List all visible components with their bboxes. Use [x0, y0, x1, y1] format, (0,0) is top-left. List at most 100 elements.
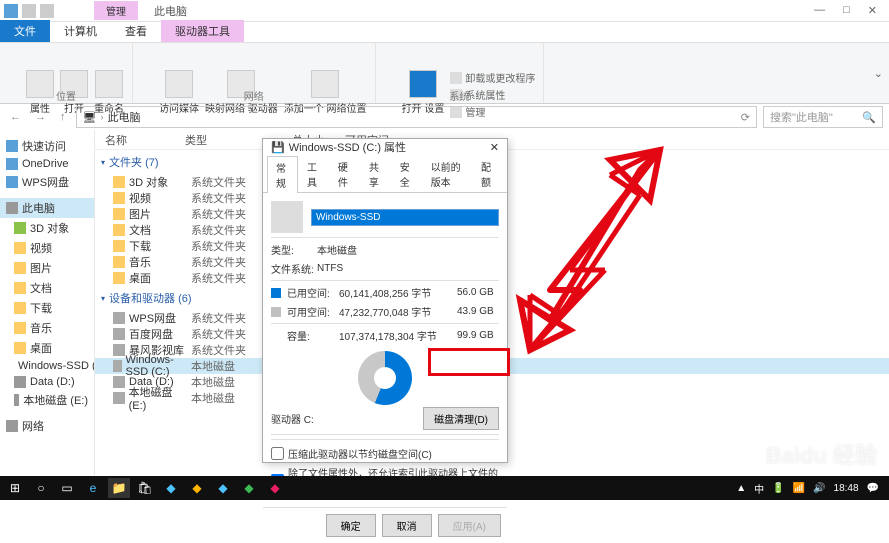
dialog-tab[interactable]: 硬件: [329, 155, 360, 192]
uninstall-link[interactable]: 卸载或更改程序: [450, 70, 535, 85]
qat-icon[interactable]: [4, 4, 18, 18]
ribbon: 属性 打开 重命名 位置 访问媒体 映射网络 驱动器 添加一个 网络位置 网络 …: [0, 42, 889, 104]
folder-icon: [14, 376, 26, 388]
taskview-button[interactable]: ▭: [56, 478, 78, 498]
nav-item-downloads[interactable]: 下载: [0, 298, 94, 318]
qat-icon[interactable]: [40, 4, 54, 18]
ribbon-group-network: 访问媒体 映射网络 驱动器 添加一个 网络位置 网络: [133, 43, 376, 103]
free-color-icon: [271, 307, 281, 317]
dialog-close-button[interactable]: ✕: [490, 141, 499, 154]
folder-icon: [6, 420, 18, 432]
tab-computer[interactable]: 计算机: [50, 20, 111, 42]
nav-item-docs[interactable]: 文档: [0, 278, 94, 298]
cap-label: 容量:: [287, 328, 335, 343]
close-button[interactable]: ✕: [868, 4, 877, 17]
fs-value: NTFS: [317, 263, 343, 274]
ok-button[interactable]: 确定: [326, 514, 376, 537]
folder-icon: [14, 302, 26, 314]
app-icon[interactable]: ◆: [212, 478, 234, 498]
taskbar: ⊞ ○ ▭ e 📁 🛍 ◆ ◆ ◆ ◆ ◆ ▲ 中 🔋 📶 🔊 18:48 💬: [0, 476, 889, 500]
app-icon[interactable]: ◆: [238, 478, 260, 498]
item-icon: [113, 328, 125, 340]
nav-item-thispc[interactable]: 此电脑: [0, 198, 94, 218]
nav-item-videos[interactable]: 视频: [0, 238, 94, 258]
nav-item-quick[interactable]: 快速访问: [0, 136, 94, 156]
edge-icon[interactable]: e: [82, 478, 104, 498]
contextual-tab: 管理: [94, 1, 138, 20]
cortana-button[interactable]: ○: [30, 478, 52, 498]
tab-file[interactable]: 文件: [0, 20, 50, 42]
volume-icon[interactable]: 🔊: [813, 483, 825, 494]
dialog-tabs: 常规工具硬件共享安全以前的版本配额: [263, 155, 507, 193]
nav-item-locale[interactable]: 本地磁盘 (E:): [0, 390, 94, 410]
wifi-icon[interactable]: 📶: [793, 483, 805, 494]
dialog-tab[interactable]: 以前的版本: [422, 155, 472, 192]
cap-gb: 99.9 GB: [457, 330, 499, 341]
app-icon[interactable]: ◆: [264, 478, 286, 498]
explorer-icon[interactable]: 📁: [108, 478, 130, 498]
used-label: 已用空间:: [287, 285, 335, 300]
nav-item-desktop[interactable]: 桌面: [0, 338, 94, 358]
notifications-icon[interactable]: 💬: [867, 483, 879, 494]
search-input[interactable]: 搜索"此电脑" 🔍: [763, 106, 883, 128]
group-label: 网络: [244, 88, 264, 103]
start-button[interactable]: ⊞: [4, 478, 26, 498]
dialog-tab[interactable]: 配额: [472, 155, 503, 192]
address-bar[interactable]: 🖥 › 此电脑 ⟳: [76, 106, 758, 128]
dialog-tab[interactable]: 安全: [391, 155, 422, 192]
free-label: 可用空间:: [287, 304, 335, 319]
system-tray[interactable]: ▲ 中 🔋 📶 🔊 18:48 💬: [736, 481, 885, 496]
tab-drive-tools[interactable]: 驱动器工具: [161, 20, 244, 42]
folder-icon: [6, 176, 18, 188]
titlebar: 管理 此电脑 — □ ✕: [0, 0, 889, 22]
ime-icon[interactable]: 中: [754, 481, 764, 496]
qat-icon[interactable]: [22, 4, 36, 18]
up-button[interactable]: ↑: [56, 111, 70, 123]
drive-name-input[interactable]: [311, 209, 499, 226]
group-label: 系统: [449, 88, 469, 103]
refresh-icon[interactable]: ⟳: [741, 111, 750, 124]
battery-icon[interactable]: 🔋: [772, 483, 784, 494]
usage-chart: [358, 351, 412, 405]
app-icon[interactable]: ◆: [186, 478, 208, 498]
disk-cleanup-button[interactable]: 磁盘清理(D): [423, 407, 499, 430]
nav-pane: 快速访问OneDriveWPS网盘此电脑3D 对象视频图片文档下载音乐桌面Win…: [0, 130, 95, 475]
dialog-title: Windows-SSD (C:) 属性: [289, 139, 406, 155]
folder-icon: [14, 282, 26, 294]
cancel-button[interactable]: 取消: [382, 514, 432, 537]
item-icon: [113, 272, 125, 284]
clock[interactable]: 18:48: [834, 483, 859, 494]
window-title: 此电脑: [154, 3, 187, 19]
item-icon: [113, 312, 125, 324]
quick-access-toolbar: [0, 4, 54, 18]
nav-item-pictures[interactable]: 图片: [0, 258, 94, 278]
item-icon: [113, 208, 125, 220]
ribbon-expand-icon[interactable]: ⌄: [868, 67, 889, 80]
minimize-button[interactable]: —: [814, 4, 825, 17]
dialog-tab[interactable]: 共享: [360, 155, 391, 192]
nav-item-music[interactable]: 音乐: [0, 318, 94, 338]
nav-item-network[interactable]: 网络: [0, 416, 94, 436]
dialog-tab[interactable]: 常规: [267, 156, 298, 193]
back-button[interactable]: ←: [6, 111, 25, 123]
properties-button[interactable]: 属性: [26, 70, 54, 115]
nav-item-datad[interactable]: Data (D:): [0, 374, 94, 390]
nav-item-obj3d[interactable]: 3D 对象: [0, 218, 94, 238]
tray-icon[interactable]: ▲: [736, 483, 746, 494]
type-value: 本地磁盘: [317, 242, 357, 257]
store-icon[interactable]: 🛍: [134, 478, 156, 498]
watermark-brand: Baidu 经验: [766, 438, 877, 470]
nav-item-wps[interactable]: WPS网盘: [0, 172, 94, 192]
forward-button[interactable]: →: [31, 111, 50, 123]
nav-item-winssd[interactable]: Windows-SSD (C:): [0, 358, 94, 374]
breadcrumb[interactable]: 此电脑: [107, 109, 140, 125]
dialog-tab[interactable]: 工具: [298, 155, 329, 192]
compress-checkbox[interactable]: 压缩此驱动器以节约磁盘空间(C): [271, 446, 499, 461]
maximize-button[interactable]: □: [843, 4, 850, 17]
app-icon[interactable]: ◆: [160, 478, 182, 498]
apply-button[interactable]: 应用(A): [438, 514, 501, 537]
tab-view[interactable]: 查看: [111, 20, 161, 42]
col-name: 名称: [95, 132, 185, 148]
search-icon: 🔍: [862, 111, 876, 124]
nav-item-onedrive[interactable]: OneDrive: [0, 156, 94, 172]
